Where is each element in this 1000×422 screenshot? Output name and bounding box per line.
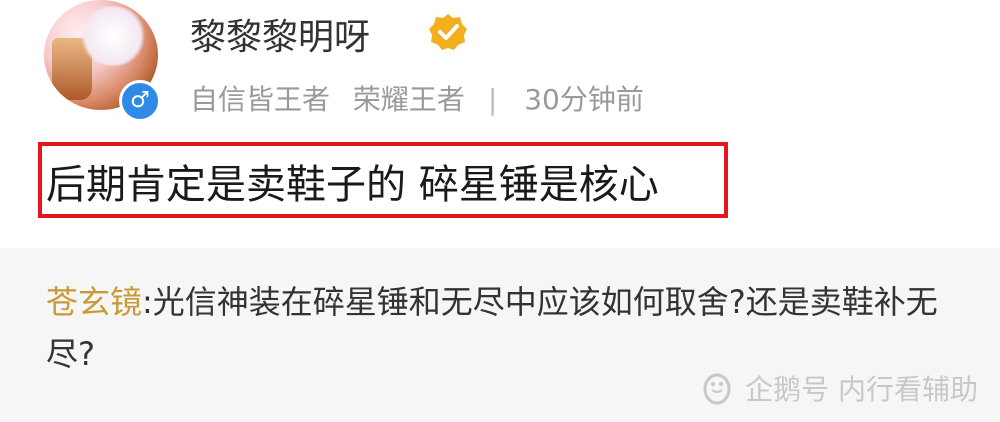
reply-author[interactable]: 苍玄镜 xyxy=(46,283,142,321)
user-title: 自信皆王者 xyxy=(190,83,331,116)
timestamp: 30分钟前 xyxy=(524,83,644,116)
username[interactable]: 黎黎黎明呀 xyxy=(190,8,370,60)
penguin-icon xyxy=(703,373,731,405)
verified-badge-icon xyxy=(429,14,467,50)
meta-separator: | xyxy=(487,83,498,116)
male-gender-icon: ♂ xyxy=(119,80,161,122)
reply-colon: : xyxy=(142,283,153,321)
avatar-figure xyxy=(78,6,148,66)
watermark-text: 企鹅号 内行看辅助 xyxy=(745,373,978,406)
user-rank: 荣耀王者 xyxy=(352,83,465,116)
user-meta: 自信皆王者 荣耀王者 | 30分钟前 xyxy=(190,78,658,118)
reply-text: 光信神装在碎星锤和无尽中应该如何取舍?还是卖鞋补无尽? xyxy=(46,283,938,373)
watermark: 企鹅号 内行看辅助 xyxy=(699,368,978,408)
reply-quote[interactable]: 苍玄镜:光信神装在碎星锤和无尽中应该如何取舍?还是卖鞋补无尽? xyxy=(46,276,946,380)
comment-text: 后期肯定是卖鞋子的 碎星锤是核心 xyxy=(46,162,659,208)
comment-card: ♂ 黎黎黎明呀 自信皆王者 荣耀王者 | 30分钟前 后期肯定是卖鞋子的 碎星锤… xyxy=(0,0,1000,248)
